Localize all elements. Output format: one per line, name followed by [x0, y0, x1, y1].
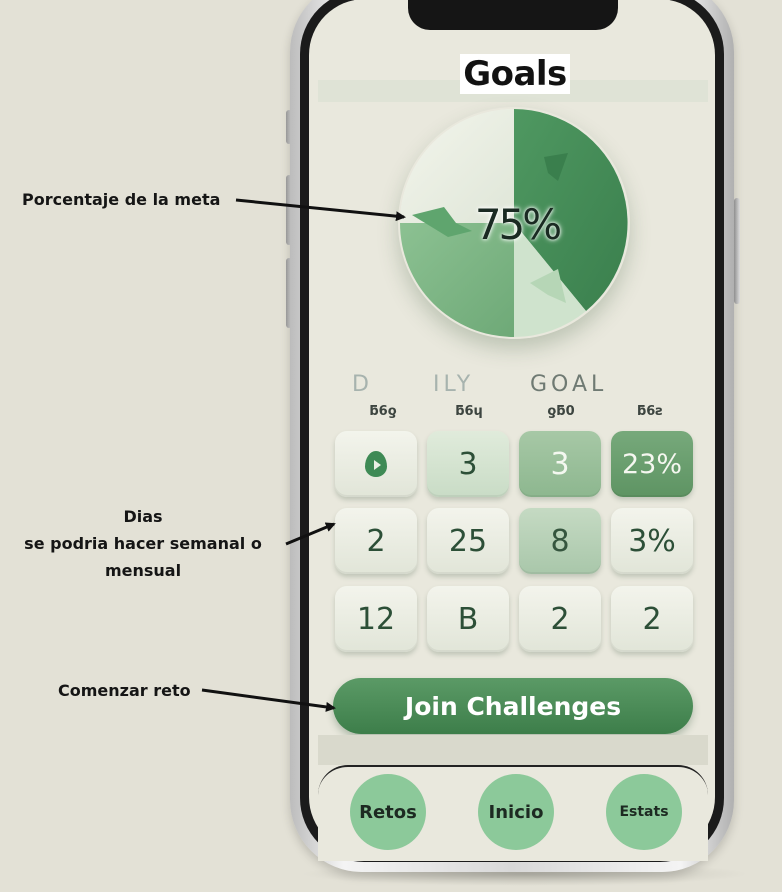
arrow-dias — [285, 522, 336, 546]
arrow-comenzar — [201, 688, 336, 712]
arrow-porcentaje — [235, 198, 406, 222]
annotation-arrows — [201, 198, 406, 712]
